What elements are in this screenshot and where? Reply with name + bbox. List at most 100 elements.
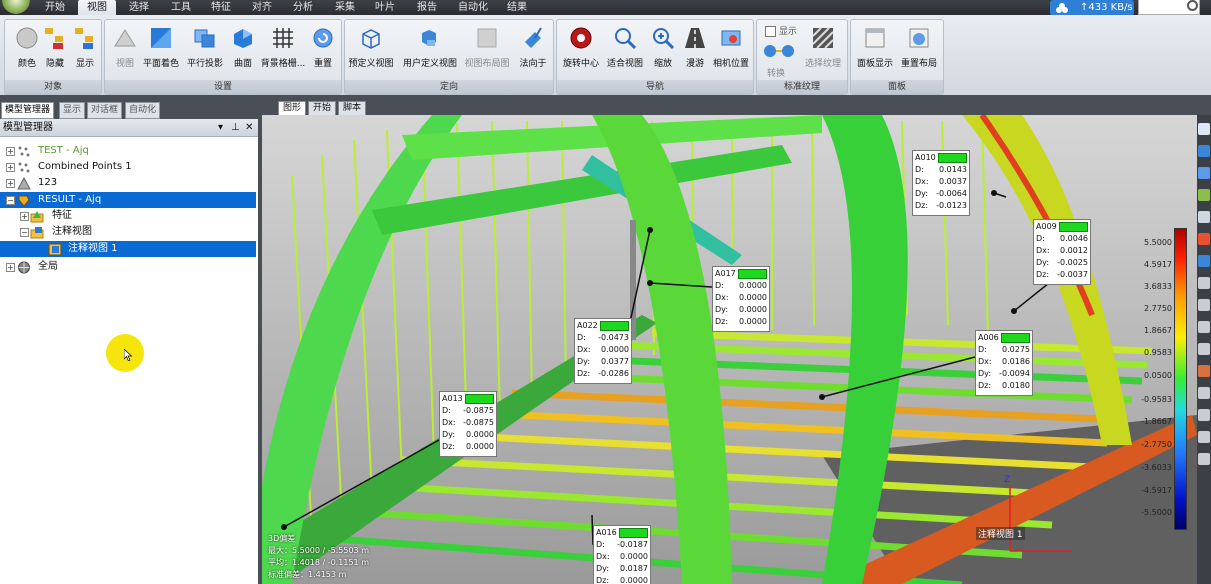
view-button[interactable]: 视图 [105, 24, 145, 82]
3d-viewport[interactable]: Z A010 D: 0.0143 Dx: 0.0037 Dy: -0.0064 Dz:… [262, 115, 1197, 584]
search-input[interactable] [1138, 0, 1200, 15]
annotate-icon[interactable] [1198, 299, 1210, 311]
expand-icon[interactable]: + [6, 179, 15, 188]
tree-item-result[interactable]: − RESULT - Ajq [0, 192, 256, 208]
camera-position-button[interactable]: 相机位置 [711, 24, 751, 82]
reset-button[interactable]: 重置 [303, 24, 343, 82]
result-icon [18, 195, 30, 207]
annotation-a006[interactable]: A006 D: 0.0275 Dx: 0.0186 Dy: -0.0094 Dz: 0.… [975, 330, 1033, 396]
fit-view-button[interactable]: 适合视图 [605, 24, 645, 82]
tab-automation[interactable]: 自动化 [125, 102, 161, 119]
tree-item-features[interactable]: + 特征 [0, 208, 256, 224]
predefined-view-button[interactable]: 预定义视图 [348, 24, 394, 82]
annotation-a017[interactable]: A017 D: 0.0000 Dx: 0.0000 Dy: 0.0000 Dz: 0.0… [712, 266, 770, 332]
tab-display[interactable]: 显示 [59, 102, 86, 119]
menu-tab-report[interactable]: 报告 [408, 0, 446, 15]
annotation-a016[interactable]: A016 D: -0.0187 Dx: 0.0000 Dy: 0.0187 Dz: 0.… [593, 525, 651, 584]
show-button[interactable]: 显示 [65, 24, 105, 82]
menu-tab-align[interactable]: 对齐 [243, 0, 281, 15]
background-grid-button[interactable]: 背景格栅... [261, 24, 305, 82]
close-icon[interactable]: ✕ [245, 119, 253, 136]
flat-shading-button[interactable]: 平面着色 [141, 24, 181, 82]
zoom-fit-icon[interactable] [1198, 211, 1210, 223]
expand-icon[interactable]: + [6, 147, 15, 156]
search-icon[interactable] [1187, 0, 1198, 11]
stats-stddev: 标准偏差：1.4153 m [268, 570, 347, 579]
settings-icon[interactable] [1198, 409, 1210, 421]
tree-item-annotation-views[interactable]: − 注释视图 [0, 224, 256, 240]
shading-icon[interactable] [1198, 167, 1210, 179]
menu-tab-analysis[interactable]: 分析 [284, 0, 322, 15]
view-layout-button-label: 视图布局图 [464, 59, 510, 69]
tab-start[interactable]: 开始 [308, 101, 337, 116]
view-layout-icon [477, 28, 497, 48]
value-dz: -0.0286 [598, 369, 629, 378]
view-cube-icon[interactable] [1198, 123, 1210, 135]
walk-button[interactable]: 漫游 [675, 24, 715, 82]
panel-display-button[interactable]: 面板显示 [855, 24, 895, 82]
tree-item-annotation-view-1[interactable]: 注释视图 1 [0, 241, 256, 257]
annotation-a010[interactable]: A010 D: 0.0143 Dx: 0.0037 Dy: -0.0064 Dz: -0… [912, 150, 970, 216]
menu-tab-capture[interactable]: 采集 [326, 0, 364, 15]
show-texture-checkbox[interactable] [765, 26, 776, 37]
parallel-projection-button[interactable]: 平行投影 [185, 24, 225, 82]
expand-icon[interactable]: + [6, 263, 15, 272]
tab-dialog[interactable]: 对话框 [87, 102, 123, 119]
value-dx: 0.0186 [1002, 357, 1030, 366]
label-dz: Dz: [442, 442, 456, 451]
annotation-a009[interactable]: A009 D: 0.0046 Dx: 0.0012 Dy: -0.0025 Dz: -0… [1033, 219, 1091, 285]
annotation-a022[interactable]: A022 D: -0.0473 Dx: 0.0000 Dy: 0.0377 Dz: -0… [574, 318, 632, 384]
grid-toggle-icon[interactable] [1198, 343, 1210, 355]
user-defined-view-button[interactable]: 用户定义视图 [403, 24, 457, 82]
pass-badge [1001, 333, 1030, 343]
deviation-stats: 3D偏差 最大：5.5000 / -5.5503 m 平均：1.4018 / -… [268, 533, 369, 581]
app-logo-icon[interactable] [2, 0, 30, 14]
menu-tab-automation[interactable]: 自动化 [450, 0, 496, 15]
normal-to-button[interactable]: 法向于 [513, 24, 553, 82]
menu-tab-start[interactable]: 开始 [36, 0, 74, 15]
reset-layout-button[interactable]: 重置布局 [899, 24, 939, 82]
select-texture-button[interactable]: 选择纹理 [803, 24, 843, 82]
annotation-id: A017 [715, 269, 736, 278]
collapse-icon[interactable]: − [6, 196, 15, 205]
tab-model-manager[interactable]: 模型管理器 [1, 102, 55, 119]
menu-tab-select[interactable]: 选择 [120, 0, 158, 15]
tab-script[interactable]: 脚本 [338, 101, 367, 116]
menu-tab-results[interactable]: 结果 [498, 0, 536, 15]
dropdown-icon[interactable]: ▾ [218, 119, 223, 136]
pin-icon[interactable]: ⊥ [231, 119, 240, 136]
layer-icon[interactable] [1198, 189, 1210, 201]
tree-item-test[interactable]: + TEST - Ajq [0, 143, 256, 159]
expand-icon[interactable]: + [20, 212, 29, 221]
label-dx: Dx: [1036, 246, 1050, 255]
section-icon[interactable] [1198, 255, 1210, 267]
expand-icon[interactable]: + [6, 163, 15, 172]
parallel-projection-icon [194, 29, 215, 48]
tools-icon[interactable] [1198, 387, 1210, 399]
rotate-icon[interactable] [1198, 145, 1210, 157]
surface-button[interactable]: 曲面 [223, 24, 263, 82]
tree-item-123[interactable]: + 123 [0, 175, 256, 191]
tree-item-combined-points[interactable]: + Combined Points 1 [0, 159, 256, 175]
menu-tab-tools[interactable]: 工具 [162, 0, 200, 15]
value-dz: -0.0123 [936, 201, 967, 210]
menu-tab-view[interactable]: 视图 [78, 0, 116, 15]
light-icon[interactable] [1198, 431, 1210, 443]
annotation-a013[interactable]: A013 D: -0.0875 Dx: -0.0875 Dy: 0.0000 Dz: 0… [439, 391, 497, 457]
tree-item-label: RESULT - Ajq [38, 194, 102, 205]
probe-icon[interactable] [1198, 321, 1210, 333]
color-map-icon[interactable] [1198, 233, 1210, 245]
measure-icon[interactable] [1198, 277, 1210, 289]
rotation-center-button[interactable]: 旋转中心 [561, 24, 601, 82]
tree-item-global[interactable]: + 全局 [0, 259, 256, 275]
convert-texture-icon[interactable] [763, 44, 795, 58]
menu-tab-blade[interactable]: 叶片 [366, 0, 404, 15]
camera-icon[interactable] [1198, 453, 1210, 465]
menu-tab-features[interactable]: 特征 [202, 0, 240, 15]
label-d: D: [715, 281, 724, 290]
label-d: D: [442, 406, 451, 415]
view-layout-button[interactable]: 视图布局图 [464, 24, 510, 82]
tab-graphics[interactable]: 图形 [278, 101, 307, 116]
warning-icon[interactable] [1198, 365, 1210, 377]
collapse-icon[interactable]: − [20, 228, 29, 237]
